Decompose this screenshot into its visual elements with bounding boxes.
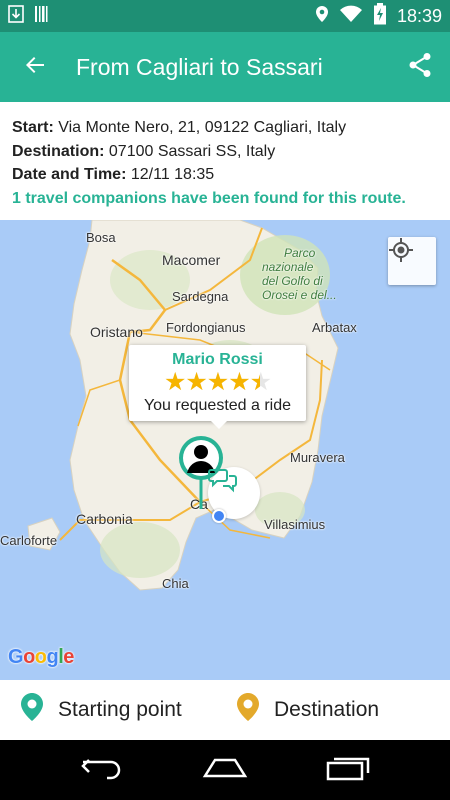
page-title: From Cagliari to Sassari <box>76 53 323 80</box>
nav-home-button[interactable] <box>195 740 255 800</box>
google-logo-letter: e <box>63 646 74 668</box>
park-line-2: nazionale <box>262 260 314 274</box>
back-button[interactable] <box>0 32 70 102</box>
recents-nav-icon <box>326 755 370 786</box>
start-pin-icon <box>20 692 58 728</box>
companions-found-message: 1 travel companions have been found for … <box>12 189 406 207</box>
map-label-oristano: Oristano <box>90 324 143 340</box>
datetime-label: Date and Time: <box>12 166 127 183</box>
map-legend: Starting point Destination <box>0 680 450 740</box>
location-icon <box>315 5 329 28</box>
destination-row: Destination: 07100 Sassari SS, Italy <box>12 140 438 164</box>
google-logo: Google <box>8 646 74 669</box>
park-line-4: Orosei e del... <box>262 288 337 302</box>
map-label-macomer: Macomer <box>162 252 221 268</box>
map-label-carloforte: Carloforte <box>0 533 58 548</box>
park-line-3: del Golfo di <box>262 274 323 288</box>
app-bar: From Cagliari to Sassari <box>0 32 450 102</box>
map-label-villasimius: Villasimius <box>264 517 326 532</box>
destination-pin-icon <box>236 692 274 728</box>
battery-charging-icon <box>373 2 387 30</box>
start-label: Start: <box>12 119 54 136</box>
map-label-bosa: Bosa <box>86 230 116 245</box>
google-logo-letter: G <box>8 646 24 668</box>
share-button[interactable] <box>390 32 450 102</box>
share-icon <box>408 52 432 83</box>
destination-value: 07100 Sassari SS, Italy <box>108 142 276 160</box>
map-view[interactable]: Bosa Macomer Sardegna Parco nazionale de… <box>0 220 450 680</box>
current-location-dot <box>212 509 226 523</box>
home-nav-icon <box>201 756 249 785</box>
google-logo-letter: g <box>46 646 59 668</box>
nav-back-button[interactable] <box>72 740 132 800</box>
stars-filled: ★★★★★ <box>163 369 260 395</box>
map-label-sardegna: Sardegna <box>172 289 229 304</box>
map-label-park: Parco nazionale del Golfo di Orosei e de… <box>262 246 337 302</box>
arrow-back-icon <box>23 53 47 82</box>
map-label-muravera: Muravera <box>290 450 345 465</box>
map-label-arbatax: Arbatax <box>312 320 357 335</box>
google-logo-letter: o <box>23 646 35 668</box>
start-row: Start: Via Monte Nero, 21, 09122 Cagliar… <box>12 116 438 140</box>
google-logo-letter: o <box>34 646 47 668</box>
companion-info-card[interactable]: Mario Rossi ★★★★★ ★★★★★ You requested a … <box>129 345 306 429</box>
rating-stars: ★★★★★ ★★★★★ <box>129 369 306 395</box>
park-line-1: Parco <box>284 246 316 260</box>
trip-info: Start: Via Monte Nero, 21, 09122 Cagliar… <box>0 102 450 220</box>
start-value: Via Monte Nero, 21, 09122 Cagliari, Ital… <box>58 119 347 136</box>
status-bar: 18:39 <box>0 0 450 32</box>
map-label-chia: Chia <box>162 576 189 591</box>
legend-starting-point: Starting point <box>20 692 182 728</box>
map-label-carbonia: Carbonia <box>76 511 133 527</box>
my-location-button[interactable] <box>388 237 436 285</box>
back-nav-icon <box>80 756 123 785</box>
wifi-icon <box>339 5 363 28</box>
status-time: 18:39 <box>396 5 442 26</box>
datetime-row: Date and Time: 12/11 18:35 <box>12 163 438 187</box>
barcode-icon <box>34 5 50 28</box>
datetime-value: 12/11 18:35 <box>130 166 215 183</box>
system-nav-bar <box>0 740 450 800</box>
companion-name: Mario Rossi <box>172 351 263 368</box>
google-logo-text: Google <box>8 646 74 668</box>
ride-status: You requested a ride <box>143 397 292 414</box>
star-rating-icon: ★★★★★ ★★★★★ <box>163 369 272 395</box>
legend-start-label: Starting point <box>58 698 182 721</box>
download-icon <box>8 4 24 28</box>
map-label-fordongianus: Fordongianus <box>166 320 246 335</box>
legend-destination-label: Destination <box>274 698 380 721</box>
nav-recents-button[interactable] <box>318 740 378 800</box>
destination-label: Destination: <box>12 142 105 160</box>
legend-destination: Destination <box>236 692 379 728</box>
